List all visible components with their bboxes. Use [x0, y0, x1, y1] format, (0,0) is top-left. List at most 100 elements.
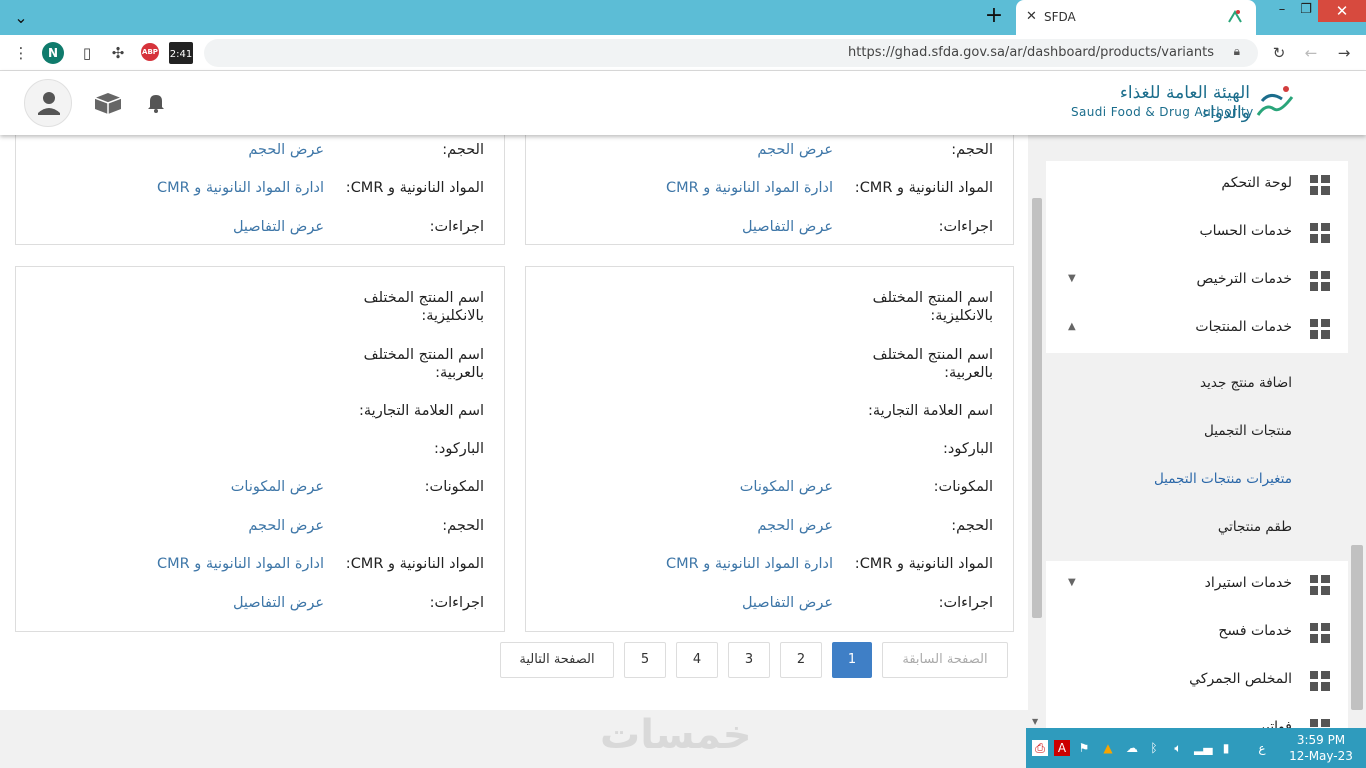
- vlc-icon[interactable]: ▲: [1100, 740, 1116, 756]
- adblock-icon[interactable]: ABP: [141, 43, 159, 61]
- minimize-button[interactable]: –: [1270, 0, 1294, 22]
- sidebar-item-products[interactable]: خدمات المنتجات ▲: [1046, 305, 1348, 353]
- manage-nano-link[interactable]: ادارة المواد النانونية و CMR: [666, 179, 833, 197]
- manage-nano-link[interactable]: ادارة المواد النانونية و CMR: [157, 179, 324, 197]
- pagination-page-5[interactable]: 5: [624, 642, 666, 678]
- volume-label: الحجم:: [951, 142, 993, 158]
- manage-nano-link[interactable]: ادارة المواد النانونية و CMR: [157, 555, 324, 573]
- window-close-button[interactable]: ✕: [1318, 0, 1366, 22]
- watermark: خمسات: [600, 712, 752, 758]
- sfda-logo-icon: [1256, 86, 1294, 116]
- pagination-page-4[interactable]: 4: [676, 642, 718, 678]
- volume-label: الحجم:: [442, 142, 484, 158]
- pdf-icon[interactable]: ⎙: [1032, 740, 1048, 756]
- sidebar-item-invoices[interactable]: فواتير: [1046, 705, 1348, 728]
- forward-icon[interactable]: ←: [1300, 43, 1322, 63]
- tab-sfda[interactable]: ✕ SFDA: [1016, 0, 1256, 35]
- logo-english: Saudi Food & Drug Authority: [1071, 105, 1254, 119]
- tab-close-icon[interactable]: ✕: [1026, 9, 1037, 24]
- profile-avatar[interactable]: N: [42, 42, 64, 64]
- show-details-link[interactable]: عرض التفاصيل: [233, 594, 324, 612]
- show-details-link[interactable]: عرض التفاصيل: [233, 218, 324, 236]
- pagination-page-3[interactable]: 3: [728, 642, 770, 678]
- omnibox[interactable]: https://ghad.sfda.gov.sa/ar/dashboard/pr…: [204, 39, 1258, 67]
- browser-tabbar: ⌄ + ✕ SFDA – ❐ ✕: [0, 0, 1366, 35]
- sidebar-item-import[interactable]: خدمات استيراد ▼: [1046, 561, 1348, 609]
- pagination-page-2[interactable]: 2: [780, 642, 822, 678]
- products-variants-content: الحجم: عرض الحجم المواد النانونية و CMR:…: [0, 125, 1028, 710]
- pagination-next-button[interactable]: الصفحة التالية: [500, 642, 614, 678]
- nano-label: المواد النانونية و CMR:: [854, 180, 993, 196]
- sidebar-item-label: فواتير: [1258, 719, 1292, 728]
- sfda-favicon-icon: [1228, 10, 1242, 23]
- manage-nano-link[interactable]: ادارة المواد النانونية و CMR: [666, 555, 833, 573]
- sidebar-nav: لوحة التحكم خدمات الحساب خدمات الترخيص ▼…: [1046, 135, 1366, 728]
- tab-search-chevron-icon[interactable]: ⌄: [10, 8, 32, 28]
- pagination-page-1[interactable]: 1: [832, 642, 872, 678]
- show-volume-link[interactable]: عرض الحجم: [248, 141, 324, 159]
- new-tab-button[interactable]: +: [983, 5, 1005, 28]
- variant-card: الحجم: عرض الحجم المواد النانونية و CMR:…: [525, 125, 1014, 245]
- user-avatar[interactable]: [24, 79, 72, 127]
- caret-down-icon: ▼: [1068, 273, 1076, 284]
- language-indicator[interactable]: ع: [1254, 740, 1270, 756]
- extensions-icon[interactable]: ✣: [107, 43, 129, 63]
- show-volume-link[interactable]: عرض الحجم: [757, 141, 833, 159]
- show-ingredients-link[interactable]: عرض المكونات: [231, 478, 324, 496]
- ingredients-label: المكونات:: [933, 479, 993, 495]
- nano-label: المواد النانونية و CMR:: [345, 180, 484, 196]
- signal-icon[interactable]: ▂▄: [1194, 740, 1212, 756]
- sidebar-item-licensing[interactable]: خدمات الترخيص ▼: [1046, 257, 1348, 305]
- sidebar-scrollbar[interactable]: ▲: [1348, 71, 1366, 728]
- menu-dots-icon[interactable]: ⋮: [10, 43, 32, 63]
- cloud-icon[interactable]: ☁: [1124, 740, 1140, 756]
- sidebar-subitem-add-product[interactable]: اضافة منتج جديد: [1046, 361, 1348, 409]
- sidebar-item-dashboard[interactable]: لوحة التحكم: [1046, 161, 1348, 209]
- package-icon[interactable]: [93, 91, 123, 115]
- show-volume-link[interactable]: عرض الحجم: [757, 517, 833, 535]
- sidebar-item-label: المخلص الجمركي: [1189, 671, 1292, 687]
- scroll-down-arrow-icon[interactable]: ▼: [1032, 717, 1038, 726]
- bell-icon[interactable]: [146, 92, 166, 114]
- clock[interactable]: 3:59 PM 12-May-23: [1286, 732, 1356, 764]
- sidebar-toggle-icon[interactable]: ▯: [76, 43, 98, 63]
- actions-label: اجراءات:: [938, 219, 993, 235]
- content-scrollbar[interactable]: ▼: [1028, 71, 1046, 728]
- volume-icon[interactable]: 🔈︎: [1170, 740, 1186, 756]
- dashboard-grid-icon: [1310, 271, 1330, 291]
- extension-timer-badge[interactable]: 2:41: [169, 42, 193, 64]
- bluetooth-icon[interactable]: ᛒ: [1146, 740, 1162, 756]
- sidebar-item-label: خدمات استيراد: [1204, 575, 1292, 591]
- sidebar-subitem-my-kits[interactable]: طقم منتجاتي: [1046, 505, 1348, 553]
- show-details-link[interactable]: عرض التفاصيل: [742, 218, 833, 236]
- show-volume-link[interactable]: عرض الحجم: [248, 517, 324, 535]
- sidebar-item-account[interactable]: خدمات الحساب: [1046, 209, 1348, 257]
- dashboard-grid-icon: [1310, 719, 1330, 727]
- dashboard-grid-icon: [1310, 671, 1330, 691]
- acrobat-icon[interactable]: A: [1054, 740, 1070, 756]
- show-ingredients-link[interactable]: عرض المكونات: [740, 478, 833, 496]
- sidebar-item-label: لوحة التحكم: [1221, 175, 1292, 191]
- content-scroll-thumb[interactable]: [1032, 198, 1042, 618]
- app-header: الهيئة العامة للغذاء والدواء Saudi Food …: [0, 71, 1366, 135]
- battery-icon[interactable]: ▮: [1218, 740, 1234, 756]
- tab-title: SFDA: [1044, 10, 1076, 24]
- address-toolbar: ⋮ ▯ ✣ ☆ ⇱ https://ghad.sfda.gov.sa/ar/da…: [0, 35, 1366, 71]
- sidebar-item-clearance[interactable]: خدمات فسح: [1046, 609, 1348, 657]
- volume-label: الحجم:: [951, 518, 993, 534]
- lock-icon[interactable]: 🔒︎: [1234, 44, 1240, 59]
- restore-button[interactable]: ❐: [1294, 0, 1318, 22]
- sidebar-scroll-thumb[interactable]: [1351, 545, 1363, 710]
- flag-icon[interactable]: ⚑: [1076, 740, 1092, 756]
- sidebar-item-label: خدمات المنتجات: [1195, 319, 1292, 335]
- pagination-prev-button[interactable]: الصفحة السابقة: [882, 642, 1008, 678]
- url-text[interactable]: https://ghad.sfda.gov.sa/ar/dashboard/pr…: [848, 45, 1214, 60]
- dashboard-grid-icon: [1310, 223, 1330, 243]
- sidebar-item-customs-broker[interactable]: المخلص الجمركي: [1046, 657, 1348, 705]
- nano-label: المواد النانونية و CMR:: [345, 556, 484, 572]
- sidebar-subitem-cosmetics[interactable]: منتجات التجميل: [1046, 409, 1348, 457]
- back-icon[interactable]: →: [1333, 43, 1355, 63]
- reload-icon[interactable]: ↻: [1268, 43, 1290, 63]
- show-details-link[interactable]: عرض التفاصيل: [742, 594, 833, 612]
- sidebar-subitem-cosmetic-variants[interactable]: متغيرات منتجات التجميل: [1046, 457, 1348, 505]
